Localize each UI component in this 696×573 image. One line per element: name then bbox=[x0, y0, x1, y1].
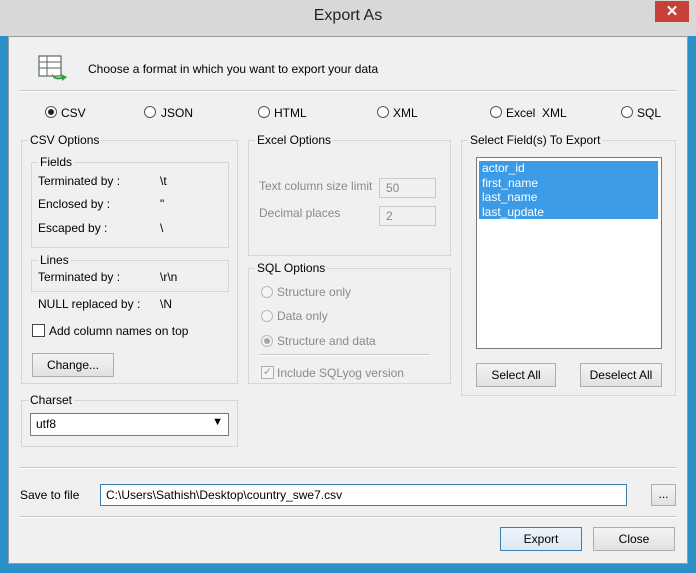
lines-title: Lines bbox=[38, 253, 71, 267]
radio-structure-and-data[interactable] bbox=[261, 335, 273, 347]
window-title: Export As bbox=[313, 7, 383, 24]
deselect-all-button[interactable]: Deselect All bbox=[580, 363, 662, 387]
radio-sql[interactable] bbox=[621, 106, 633, 118]
enclosed-by-label: Enclosed by : bbox=[38, 197, 111, 211]
list-item[interactable]: actor_id bbox=[479, 161, 658, 176]
decimal-places-label: Decimal places bbox=[259, 206, 341, 220]
radio-excel-xml[interactable] bbox=[490, 106, 502, 118]
list-item[interactable]: last_name bbox=[479, 190, 658, 205]
sql-divider bbox=[260, 354, 430, 356]
decimal-places-input[interactable]: 2 bbox=[379, 206, 436, 226]
column-size-input[interactable]: 50 bbox=[379, 178, 436, 198]
close-window-button[interactable]: ✕ bbox=[655, 1, 689, 22]
lines-terminated-label: Terminated by : bbox=[38, 270, 121, 284]
data-only-label: Data only bbox=[277, 309, 328, 323]
list-item[interactable]: first_name bbox=[479, 175, 658, 190]
radio-sql-label: SQL bbox=[637, 106, 662, 120]
radio-data-only[interactable] bbox=[261, 310, 273, 322]
divider bbox=[20, 516, 676, 518]
chevron-down-icon: ▼ bbox=[212, 416, 223, 428]
export-table-icon bbox=[38, 55, 68, 81]
change-button[interactable]: Change... bbox=[32, 353, 114, 377]
fields-title: Fields bbox=[38, 155, 75, 169]
radio-html-label: HTML bbox=[274, 106, 307, 120]
null-replaced-value[interactable]: \N bbox=[160, 297, 172, 311]
enclosed-by-value[interactable]: " bbox=[160, 197, 164, 211]
structure-only-label: Structure only bbox=[277, 285, 352, 299]
sql-options-title: SQL Options bbox=[255, 261, 328, 275]
radio-xml-label: XML bbox=[393, 106, 418, 120]
add-column-names-checkbox[interactable] bbox=[32, 324, 45, 337]
charset-title: Charset bbox=[28, 393, 75, 407]
structure-and-data-label: Structure and data bbox=[277, 334, 376, 348]
list-item[interactable]: last_update bbox=[479, 204, 658, 219]
lines-terminated-value[interactable]: \r\n bbox=[160, 270, 177, 284]
add-column-names-label: Add column names on top bbox=[49, 324, 189, 338]
radio-xml[interactable] bbox=[377, 106, 389, 118]
select-fields-title: Select Field(s) To Export bbox=[468, 133, 603, 147]
terminated-by-value[interactable]: \t bbox=[160, 174, 167, 188]
radio-json-label: JSON bbox=[161, 106, 194, 120]
browse-button[interactable]: ... bbox=[651, 484, 676, 506]
divider bbox=[20, 90, 676, 92]
divider bbox=[20, 467, 676, 469]
close-button[interactable]: Close bbox=[593, 527, 675, 551]
column-size-label: Text column size limit bbox=[259, 179, 373, 193]
include-sqlyog-label: Include SQLyog version bbox=[277, 366, 404, 380]
select-all-button[interactable]: Select All bbox=[476, 363, 556, 387]
null-replaced-label: NULL replaced by : bbox=[38, 297, 141, 311]
fields-listbox[interactable]: actor_id first_name last_name last_updat… bbox=[476, 157, 662, 349]
export-button[interactable]: Export bbox=[500, 527, 582, 551]
csv-options-title: CSV Options bbox=[28, 133, 102, 147]
charset-select[interactable]: utf8 ▼ bbox=[30, 413, 229, 436]
include-sqlyog-checkbox[interactable]: ✓ bbox=[261, 366, 274, 379]
radio-json[interactable] bbox=[144, 106, 156, 118]
radio-structure-only[interactable] bbox=[261, 286, 273, 298]
save-path-input[interactable]: C:\Users\Sathish\Desktop\country_swe7.cs… bbox=[100, 484, 627, 506]
radio-csv[interactable] bbox=[45, 106, 57, 118]
terminated-by-label: Terminated by : bbox=[38, 174, 121, 188]
save-to-file-label: Save to file bbox=[20, 488, 80, 502]
radio-csv-label: CSV bbox=[61, 106, 86, 120]
charset-value: utf8 bbox=[36, 417, 57, 431]
excel-options-title: Excel Options bbox=[255, 133, 334, 147]
radio-html[interactable] bbox=[258, 106, 270, 118]
escaped-by-label: Escaped by : bbox=[38, 221, 108, 235]
escaped-by-value[interactable]: \ bbox=[160, 221, 163, 235]
excel-options-group bbox=[248, 140, 451, 256]
instruction-text: Choose a format in which you want to exp… bbox=[88, 62, 379, 76]
radio-excel-xml-label: Excel XML bbox=[506, 106, 567, 120]
